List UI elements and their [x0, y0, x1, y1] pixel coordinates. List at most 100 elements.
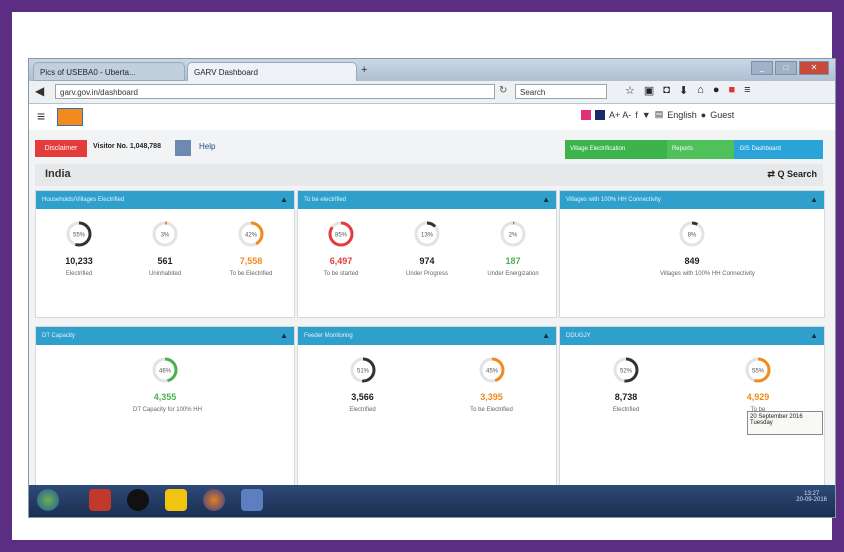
user-icon: ● [700, 109, 707, 120]
metric-value: 849 [684, 256, 700, 266]
metric-value: 4,929 [746, 392, 770, 402]
tab-pics[interactable]: Pics of USEBA0 - Uberta... [33, 62, 185, 81]
card-header[interactable]: Feeder Monitoring ▲ [298, 327, 556, 345]
card-header[interactable]: Villages with 100% HH Connectivity ▲ [560, 191, 824, 209]
metric-value: 3,566 [351, 392, 374, 402]
progress-donut: 8% [679, 221, 705, 247]
donut-percent: 3% [161, 233, 170, 239]
tab-bar: Pics of USEBA0 - Uberta... GARV Dashboar… [29, 59, 835, 81]
nav-bar: ◀ garv.gov.in/dashboard ↻ Search ☆ ▣ ◘ ⬇… [29, 81, 835, 104]
metric: 8% 849 Villages with 100% HH Connectivit… [660, 221, 755, 277]
metric-value: 6,497 [329, 256, 353, 266]
metric-value: 187 [505, 256, 521, 266]
search-input[interactable]: Search [515, 84, 607, 99]
user-menu[interactable]: Guest [710, 110, 734, 120]
color-swatch-pink[interactable] [581, 109, 591, 120]
metric: 3% 561 Uninhabited [133, 221, 197, 277]
metric-value: 561 [157, 256, 173, 266]
font-size-controls[interactable]: A+ A- [609, 110, 631, 120]
taskbar-app-tor[interactable] [127, 489, 149, 511]
metric-label: Under Energization [487, 271, 539, 277]
progress-donut: 55% [66, 221, 92, 247]
twitter-icon[interactable]: ▼ [642, 110, 651, 120]
url-field[interactable]: garv.gov.in/dashboard [55, 84, 495, 99]
donut-percent: 51% [356, 369, 369, 375]
browser-window: Pics of USEBA0 - Uberta... GARV Dashboar… [28, 58, 836, 518]
addon-icon[interactable]: ■ [728, 84, 735, 97]
progress-donut: 45% [479, 357, 504, 383]
metric-label: Uninhabited [148, 271, 182, 277]
donut-percent: 85% [335, 233, 348, 239]
card-title: Households/Villages Electrified [42, 197, 125, 203]
minimize-button[interactable]: _ [751, 61, 773, 75]
metric-label: Under Progress [405, 271, 449, 277]
card-title: DT Capacity [42, 333, 75, 339]
region-search-button[interactable]: ⇄ Q Search [767, 169, 817, 180]
collapse-caret-icon[interactable]: ▲ [810, 327, 818, 345]
system-clock[interactable]: 13:27 20-09-2016 [796, 491, 827, 503]
progress-donut: 13% [414, 221, 440, 247]
card-header[interactable]: To be electrified ▲ [298, 191, 556, 209]
progress-donut: 55% [745, 357, 771, 383]
progress-donut: 3% [152, 221, 178, 247]
facebook-icon[interactable]: f [635, 110, 638, 120]
tab-dashboard[interactable]: GARV Dashboard [187, 62, 357, 81]
back-arrow-icon[interactable]: ◀ [35, 84, 44, 98]
quick-link-gis[interactable]: GIS Dashboard [734, 140, 823, 159]
pocket-icon[interactable]: ◘ [663, 84, 670, 97]
taskbar-app-folder[interactable] [165, 489, 187, 511]
metric: 42% 7,558 To be Electrified [219, 221, 283, 277]
metric: 45% 3,395 To be Electrified [460, 357, 524, 413]
collapse-caret-icon[interactable]: ▲ [280, 191, 288, 209]
card-header[interactable]: DDUGJY ▲ [560, 327, 824, 345]
taskbar-app-window[interactable] [241, 489, 263, 511]
collapse-caret-icon[interactable]: ▲ [542, 327, 550, 345]
maximize-button[interactable]: □ [775, 61, 797, 75]
metric-label: Electrified [349, 407, 376, 413]
hamburger-icon[interactable]: ≡ [37, 108, 45, 124]
taskbar: 13:27 20-09-2016 [29, 485, 835, 517]
accessibility-bar: A+ A- f ▼ ▤ English ● Guest [581, 109, 734, 120]
card-header[interactable]: Households/Villages Electrified ▲ [36, 191, 294, 209]
new-tab-icon[interactable]: + [361, 64, 367, 76]
taskbar-app-media[interactable] [89, 489, 111, 511]
disclaimer-button[interactable]: Disclaimer [35, 140, 87, 157]
quick-link-reports[interactable]: Reports [666, 140, 735, 159]
card-title: Feeder Monitoring [304, 333, 353, 339]
color-swatch-navy[interactable] [595, 109, 605, 120]
metric: 13% 974 Under Progress [395, 221, 459, 277]
nav-icons: ☆ ▣ ◘ ⬇ ⌂ ● ■ ≡ [625, 84, 751, 97]
donut-percent: 52% [620, 369, 633, 375]
calendar-icon[interactable] [175, 140, 191, 156]
metric: 55% 10,233 Electrified [47, 221, 111, 277]
start-button[interactable] [37, 489, 59, 511]
dashboard-card: Households/Villages Electrified ▲ 55% 10,… [35, 190, 295, 318]
dashboard-card: DDUGJY ▲ 52% 8,738 Electrified 55% 4,929 … [559, 326, 825, 488]
quick-link-village[interactable]: Village Electrification [565, 140, 667, 159]
metric-label: Villages with 100% HH Connectivity [660, 271, 755, 277]
menu-icon[interactable]: ≡ [744, 84, 750, 97]
close-button[interactable]: ✕ [799, 61, 829, 75]
donut-percent: 46% [159, 369, 172, 375]
metric-value: 10,233 [65, 256, 93, 266]
reload-icon[interactable]: ↻ [499, 85, 507, 96]
metric-label: DT Capacity for 100% HH [133, 407, 202, 413]
help-link[interactable]: Help [199, 142, 215, 151]
home-icon[interactable]: ⌂ [697, 84, 704, 97]
chat-icon[interactable]: ● [713, 84, 720, 97]
print-icon[interactable]: ▤ [655, 109, 664, 120]
collapse-caret-icon[interactable]: ▲ [542, 191, 550, 209]
progress-donut: 42% [238, 221, 264, 247]
donut-percent: 45% [485, 369, 498, 375]
dashboard-card: Feeder Monitoring ▲ 51% 3,566 Electrified… [297, 326, 557, 488]
collapse-caret-icon[interactable]: ▲ [810, 191, 818, 209]
star-icon[interactable]: ☆ [625, 84, 635, 97]
bookmarks-icon[interactable]: ▣ [644, 84, 654, 97]
download-icon[interactable]: ⬇ [679, 84, 688, 97]
taskbar-app-firefox[interactable] [203, 489, 225, 511]
card-header[interactable]: DT Capacity ▲ [36, 327, 294, 345]
language-select[interactable]: English [667, 110, 697, 120]
dashboard-card: DT Capacity ▲ 46% 4,355 DT Capacity for 1… [35, 326, 295, 488]
collapse-caret-icon[interactable]: ▲ [280, 327, 288, 345]
card-title: Villages with 100% HH Connectivity [566, 197, 661, 203]
